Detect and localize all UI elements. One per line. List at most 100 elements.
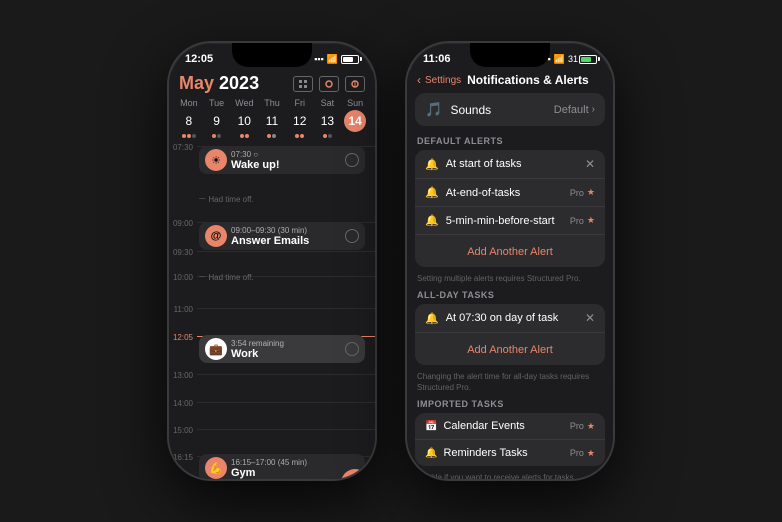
event-wakeup-icon: ☀: [205, 149, 227, 171]
pro-badge-2: Pro: [570, 216, 584, 226]
imported-section-title: IMPORTED TASKS: [415, 399, 605, 409]
signal-icon: ▪▪▪: [314, 54, 324, 64]
event-emails-info: 09:00–09:30 (30 min) Answer Emails: [231, 226, 341, 247]
dot: [272, 134, 276, 138]
imported-hint: Enable if you want to receive alerts for…: [415, 470, 605, 481]
day-cell-10[interactable]: 10: [230, 110, 258, 139]
alert-row-reminders[interactable]: 🔔 Reminders Tasks Pro ★: [415, 440, 605, 466]
right-notch: [470, 43, 550, 67]
day-tue: Tue: [203, 98, 231, 108]
event-gym-name: Gym: [231, 467, 359, 479]
sounds-chevron-icon: ›: [592, 104, 595, 115]
right-wifi-icon: 📶: [554, 54, 565, 65]
dot: [328, 134, 332, 138]
settings-content: 🎵 Sounds Default › DEFAULT ALERTS 🔔 At s…: [407, 93, 613, 481]
day-mon: Mon: [175, 98, 203, 108]
sounds-label: Sounds: [450, 103, 553, 117]
day-dots-11: [267, 134, 276, 139]
battery-icon: [341, 55, 359, 64]
notifications-alerts-title: Notifications & Alerts: [467, 73, 589, 87]
alert-row-start-of-tasks[interactable]: 🔔 At start of tasks ✕: [415, 150, 605, 179]
bell-icon-2: 🔔: [425, 186, 439, 199]
cal-view-toggle[interactable]: [293, 76, 313, 92]
event-wakeup-name: Wake up!: [231, 159, 341, 171]
left-status-icons: ▪▪▪ 📶: [314, 54, 359, 65]
add-alert-default[interactable]: Add Another Alert: [415, 235, 605, 267]
day-cell-14[interactable]: 14: [341, 110, 369, 139]
alert-row-allday[interactable]: 🔔 At 07:30 on day of task ✕: [415, 304, 605, 333]
event-emails-time: 09:00–09:30 (30 min): [231, 226, 341, 235]
event-wakeup[interactable]: ☀ 07:30 ○ Wake up!: [199, 146, 365, 174]
day-cell-8[interactable]: 8: [175, 110, 203, 139]
event-emails[interactable]: @ 09:00–09:30 (30 min) Answer Emails: [199, 222, 365, 250]
day-cell-11[interactable]: 11: [258, 110, 286, 139]
time-label-1400: 14:00: [169, 398, 197, 408]
day-num-8: 8: [178, 110, 200, 132]
imported-tasks-block: 📅 Calendar Events Pro ★ 🔔 Reminders Task…: [415, 413, 605, 466]
time-off-icon-2: ⏤: [199, 272, 205, 282]
alert-label-allday: At 07:30 on day of task: [446, 312, 585, 324]
alert-row-5min-before[interactable]: 🔔 5-min-min-before-start Pro ★: [415, 207, 605, 235]
had-time-off-1: ⏤ Had time off.: [199, 194, 254, 204]
event-wakeup-info: 07:30 ○ Wake up!: [231, 150, 341, 171]
day-dots-9: [212, 134, 221, 139]
settings-back-label[interactable]: Settings: [425, 75, 461, 86]
days-of-week-header: Mon Tue Wed Thu Fri Sat Sun: [169, 98, 375, 108]
default-alerts-block: 🔔 At start of tasks ✕ 🔔 At-end-of-tasks …: [415, 150, 605, 267]
remove-alert-allday[interactable]: ✕: [585, 311, 595, 325]
photo-icon: [324, 79, 334, 89]
star-icon-cal: ★: [587, 421, 595, 432]
pro-badge-cal: Pro: [570, 421, 584, 431]
remove-alert-start[interactable]: ✕: [585, 157, 595, 171]
bell-icon-1: 🔔: [425, 158, 439, 171]
dot: [240, 134, 244, 138]
time-label-1500: 15:00: [169, 425, 197, 435]
day-dots-12: [295, 134, 304, 139]
back-arrow-icon[interactable]: ‹: [417, 73, 421, 87]
event-gym[interactable]: 💪 16:15–17:00 (45 min) Gym: [199, 454, 365, 481]
alert-label-end: At-end-of-tasks: [446, 187, 570, 199]
settings-screen: ‹ Settings Notifications & Alerts 🎵 Soun…: [407, 71, 613, 481]
day-dots-8: [182, 134, 196, 139]
all-day-alerts-block: 🔔 At 07:30 on day of task ✕ Add Another …: [415, 304, 605, 365]
day-cell-13[interactable]: 13: [314, 110, 342, 139]
day-sun: Sun: [341, 98, 369, 108]
all-day-section-title: ALL-DAY TASKS: [415, 290, 605, 300]
day-cell-9[interactable]: 9: [203, 110, 231, 139]
add-alert-allday[interactable]: Add Another Alert: [415, 333, 605, 365]
right-phone: 11:06 ▪▪▪ 📶 31 ‹ Settings Notifications …: [405, 41, 615, 481]
event-work[interactable]: 💼 3:54 remaining Work: [199, 335, 365, 363]
day-num-13: 13: [316, 110, 338, 132]
cal-header-icons[interactable]: [293, 76, 365, 92]
dot: [267, 134, 271, 138]
dot: [182, 134, 186, 138]
default-alerts-section-title: DEFAULT ALERTS: [415, 136, 605, 146]
add-alert-allday-label: Add Another Alert: [467, 344, 553, 356]
sounds-row[interactable]: 🎵 Sounds Default ›: [415, 93, 605, 126]
cal-today-icon[interactable]: [345, 76, 365, 92]
event-wakeup-check: [345, 153, 359, 167]
event-gym-icon: 💪: [205, 457, 227, 479]
event-work-check: [345, 342, 359, 356]
cal-title: May 2023: [179, 73, 259, 94]
day-num-10: 10: [233, 110, 255, 132]
star-icon-1: ★: [587, 187, 595, 198]
sounds-value: Default: [554, 104, 589, 116]
add-alert-default-label: Add Another Alert: [467, 246, 553, 258]
right-battery-percent: 31: [568, 54, 578, 64]
today-icon: [350, 79, 360, 89]
alert-row-end-of-tasks[interactable]: 🔔 At-end-of-tasks Pro ★: [415, 179, 605, 207]
time-label-0730: 07:30: [169, 142, 197, 152]
default-alerts-hint: Setting multiple alerts requires Structu…: [415, 271, 605, 290]
cal-photo-icon[interactable]: [319, 76, 339, 92]
alert-row-calendar-events[interactable]: 📅 Calendar Events Pro ★: [415, 413, 605, 440]
notch: [232, 43, 312, 67]
day-sat: Sat: [314, 98, 342, 108]
dot: [217, 134, 221, 138]
all-day-hint: Changing the alert time for all-day task…: [415, 369, 605, 399]
pro-badge-rem: Pro: [570, 448, 584, 458]
day-cell-12[interactable]: 12: [286, 110, 314, 139]
time-label-0900: 09:00: [169, 218, 197, 228]
event-work-time: 3:54 remaining: [231, 339, 341, 348]
event-work-name: Work: [231, 348, 341, 360]
